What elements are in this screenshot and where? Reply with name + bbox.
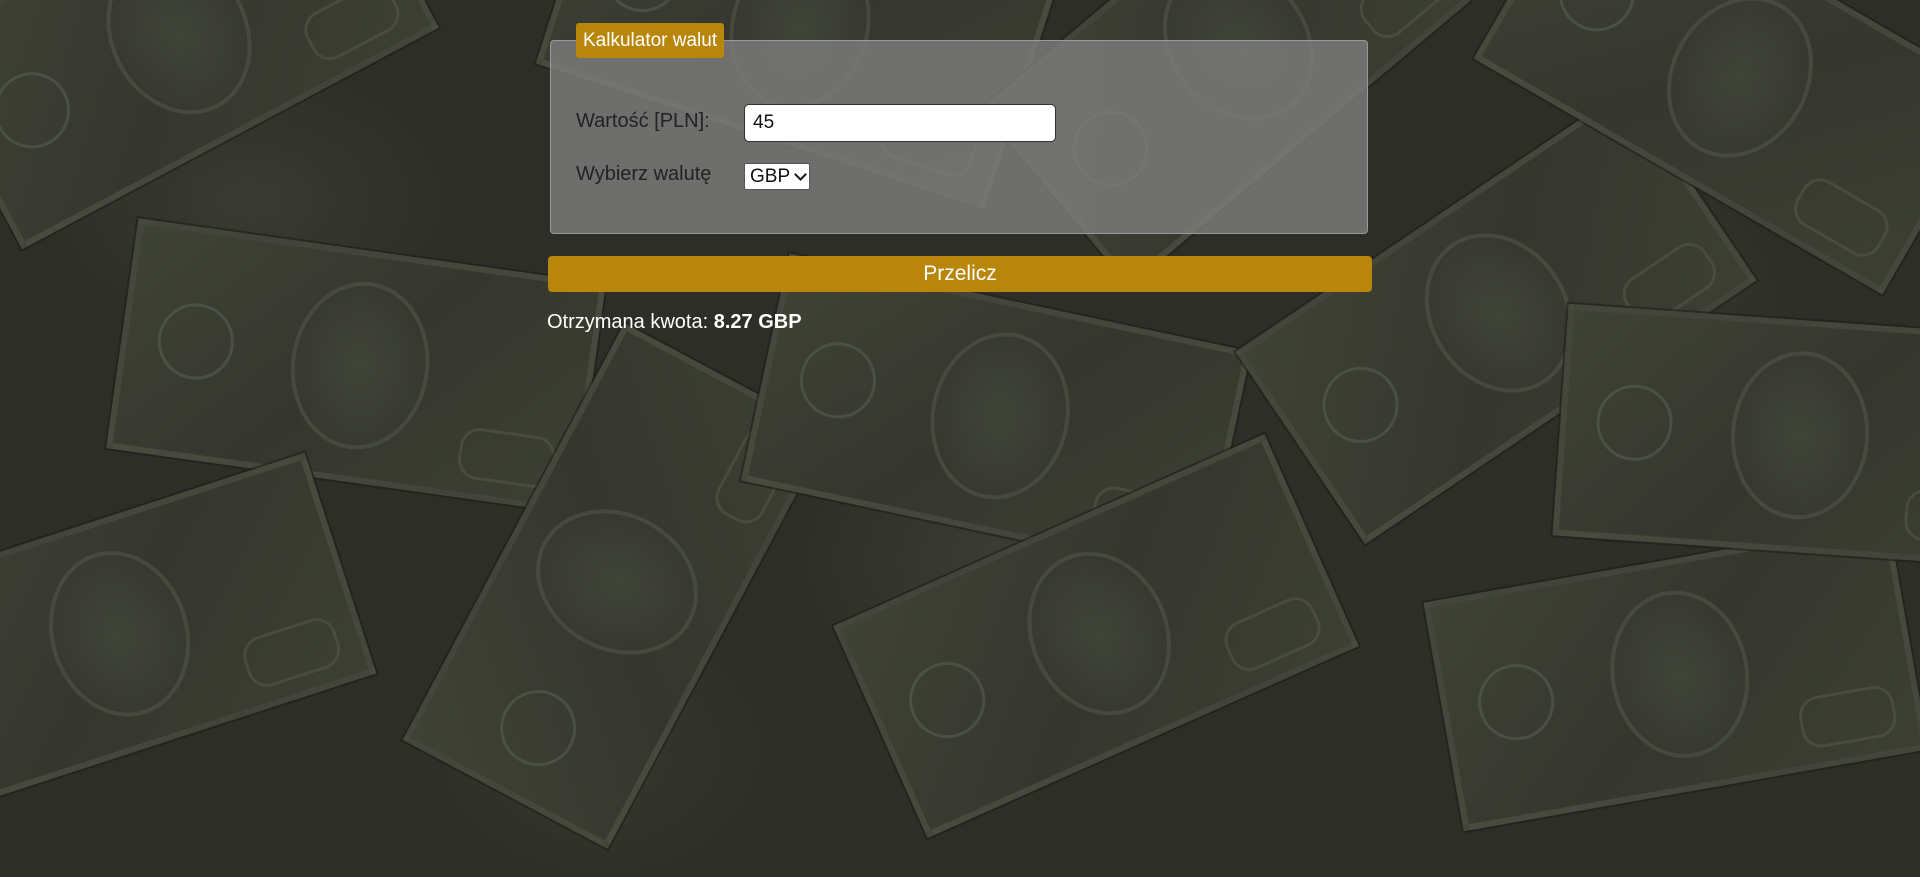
value-label: Wartość [PLN]:: [576, 110, 710, 132]
banknote-image: [0, 452, 377, 820]
currency-select[interactable]: GBP: [744, 163, 811, 190]
convert-button[interactable]: Przelicz: [548, 256, 1372, 292]
banknote-image: [106, 218, 606, 514]
banknote-image: [1423, 520, 1920, 832]
result-label: Otrzymana kwota:: [547, 311, 709, 333]
panel-legend: Kalkulator walut: [576, 23, 725, 58]
result-line: Otrzymana kwota: 8.27 GBP: [547, 311, 802, 334]
result-amount: 8.27 GBP: [713, 311, 802, 333]
banknote-image: [0, 0, 439, 250]
chevron-down-icon: [794, 167, 807, 181]
currency-label: Wybierz walutę: [576, 163, 712, 185]
banknote-image: [1552, 303, 1920, 569]
currency-select-value: GBP: [750, 165, 791, 187]
amount-input[interactable]: [744, 104, 1056, 142]
